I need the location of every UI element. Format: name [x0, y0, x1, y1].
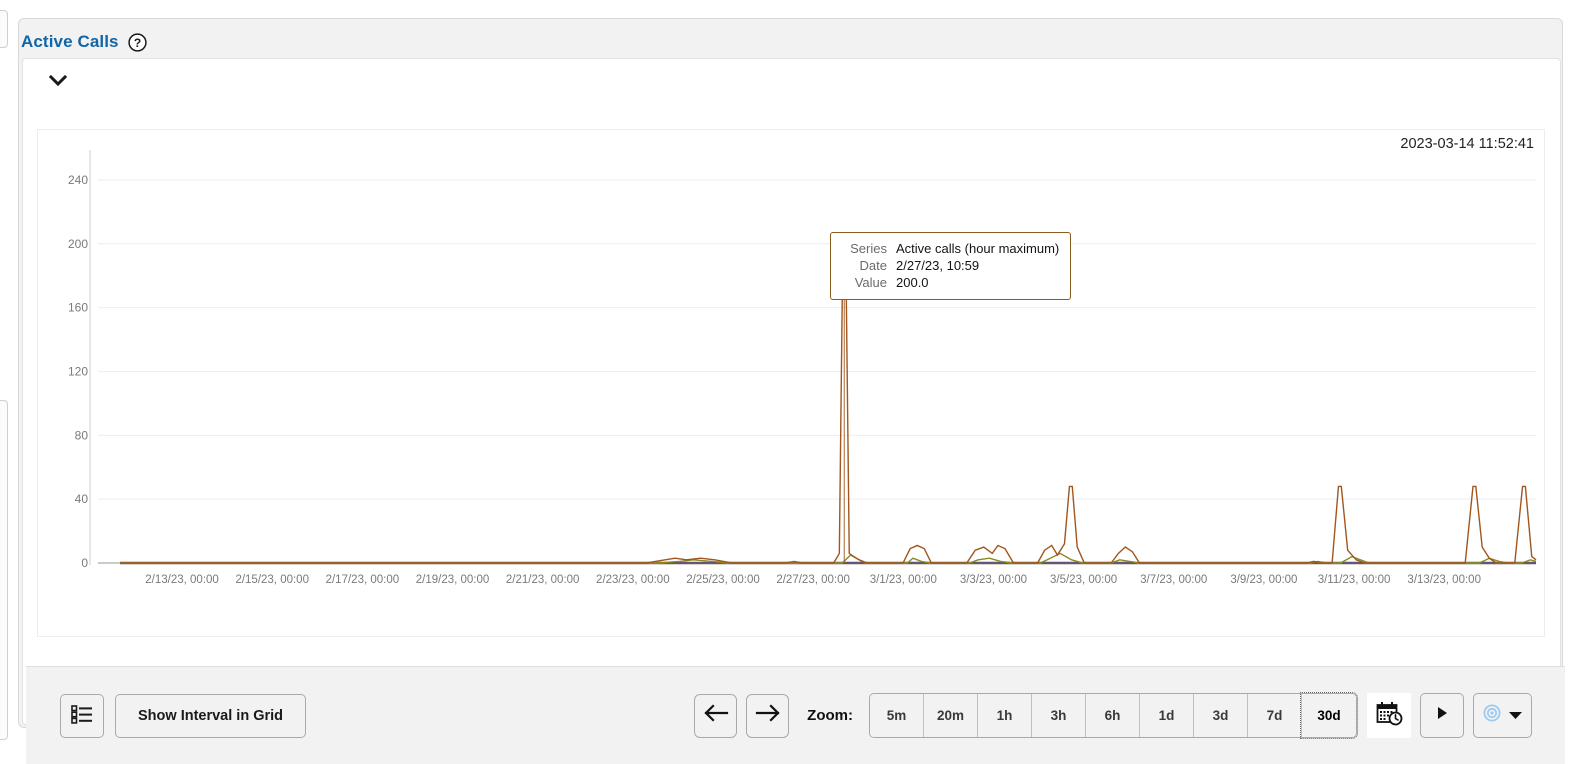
svg-text:3/13/23, 00:00: 3/13/23, 00:00	[1407, 574, 1481, 586]
svg-text:0: 0	[81, 556, 88, 570]
zoom-option-7d[interactable]: 7d	[1248, 694, 1302, 737]
tooltip-date-key: Date	[859, 258, 887, 273]
target-circle-icon	[1483, 704, 1501, 727]
tooltip-value-key: Value	[854, 275, 887, 290]
zoom-option-3d[interactable]: 3d	[1194, 694, 1248, 737]
collapse-row	[23, 59, 1560, 101]
arrow-right-icon	[755, 703, 781, 728]
active-calls-line-chart[interactable]: 0 40 80 120 160 200 240 2/13/23, 00:00 2/15/23, …	[38, 130, 1546, 638]
tooltip-series-value: Active calls (hour maximum)	[896, 241, 1060, 256]
arrow-left-icon	[703, 703, 729, 728]
zoom-range-segmented-control: 5m 20m 1h 3h 6h 1d 3d 7d 30d	[869, 692, 1358, 739]
svg-text:160: 160	[68, 301, 88, 315]
zoom-option-5m[interactable]: 5m	[870, 694, 924, 737]
svg-text:3/11/23, 00:00: 3/11/23, 00:00	[1318, 574, 1391, 586]
tooltip-series-key: Series	[850, 241, 887, 256]
chart-container: 2023-03-14 11:52:41 0 40 80 120 160 200 240 2/1…	[37, 129, 1546, 679]
svg-text:3/5/23, 00:00: 3/5/23, 00:00	[1050, 574, 1117, 586]
zoom-option-3h[interactable]: 3h	[1032, 694, 1086, 737]
play-auto-refresh-button[interactable]	[1420, 693, 1464, 738]
zoom-option-6h[interactable]: 6h	[1086, 694, 1140, 737]
svg-text:3/3/23, 00:00: 3/3/23, 00:00	[960, 574, 1027, 586]
calendar-picker-button[interactable]	[1367, 693, 1411, 738]
tooltip-date-value: 2/27/23, 10:59	[896, 258, 980, 273]
svg-text:2/23/23, 00:00: 2/23/23, 00:00	[596, 574, 670, 586]
svg-text:2/27/23, 00:00: 2/27/23, 00:00	[776, 574, 850, 586]
svg-text:240: 240	[68, 173, 88, 187]
chart-options-dropdown-button[interactable]	[1473, 693, 1532, 738]
show-interval-in-grid-button[interactable]: Show Interval in Grid	[115, 693, 307, 738]
show-grid-icon-button[interactable]	[60, 693, 104, 738]
list-grid-icon	[70, 703, 94, 728]
tooltip-date-row: Date 2/27/23, 10:59	[842, 257, 1059, 274]
chart-toolbar: Show Interval in Grid Zoom: 5m 20m 1h 3h…	[26, 666, 1565, 764]
svg-text:200: 200	[68, 237, 88, 251]
zoom-option-30d[interactable]: 30d	[1300, 692, 1358, 739]
edge-panel-stub-bottom	[0, 400, 8, 740]
chevron-down-icon[interactable]	[48, 70, 68, 90]
svg-text:3/7/23, 00:00: 3/7/23, 00:00	[1140, 574, 1207, 586]
panel-body: 2023-03-14 11:52:41 0 40 80 120 160 200 240 2/1…	[22, 58, 1565, 764]
page-title: Active Calls	[21, 32, 119, 51]
question-circle-icon[interactable]: ?	[127, 32, 147, 52]
svg-text:40: 40	[75, 492, 89, 506]
svg-text:2/21/23, 00:00: 2/21/23, 00:00	[506, 574, 580, 586]
svg-text:120: 120	[68, 364, 88, 378]
caret-down-icon	[1508, 707, 1523, 725]
previous-interval-button[interactable]	[694, 693, 738, 738]
play-icon	[1434, 705, 1450, 726]
tooltip-value-row: Value 200.0	[842, 274, 1059, 291]
tooltip-series-row: Series Active calls (hour maximum)	[842, 240, 1059, 257]
toolbar-left-group: Show Interval in Grid	[60, 693, 307, 738]
zoom-option-20m[interactable]: 20m	[924, 694, 978, 737]
zoom-label: Zoom:	[807, 707, 853, 724]
svg-text:3/9/23, 00:00: 3/9/23, 00:00	[1230, 574, 1297, 586]
svg-text:3/1/23, 00:00: 3/1/23, 00:00	[870, 574, 937, 586]
chart-tooltip: Series Active calls (hour maximum) Date …	[830, 232, 1072, 300]
svg-text:2/25/23, 00:00: 2/25/23, 00:00	[686, 574, 760, 586]
svg-text:2/17/23, 00:00: 2/17/23, 00:00	[326, 574, 400, 586]
svg-text:?: ?	[133, 36, 140, 50]
tooltip-value-value: 200.0	[896, 275, 929, 290]
active-calls-panel: Active Calls ? 2023-03-14 11:52:41 0 40 80…	[18, 18, 1565, 764]
edge-panel-stub-top	[0, 10, 8, 48]
svg-text:2/19/23, 00:00: 2/19/23, 00:00	[416, 574, 490, 586]
svg-text:2/13/23, 00:00: 2/13/23, 00:00	[145, 574, 219, 586]
toolbar-right-group: Zoom: 5m 20m 1h 3h 6h 1d 3d 7d 30d	[694, 692, 1532, 739]
next-interval-button[interactable]	[746, 693, 790, 738]
zoom-option-1d[interactable]: 1d	[1140, 694, 1194, 737]
zoom-option-1h[interactable]: 1h	[978, 694, 1032, 737]
svg-text:2/15/23, 00:00: 2/15/23, 00:00	[235, 574, 309, 586]
calendar-clock-icon	[1376, 701, 1403, 731]
svg-text:80: 80	[75, 428, 89, 442]
